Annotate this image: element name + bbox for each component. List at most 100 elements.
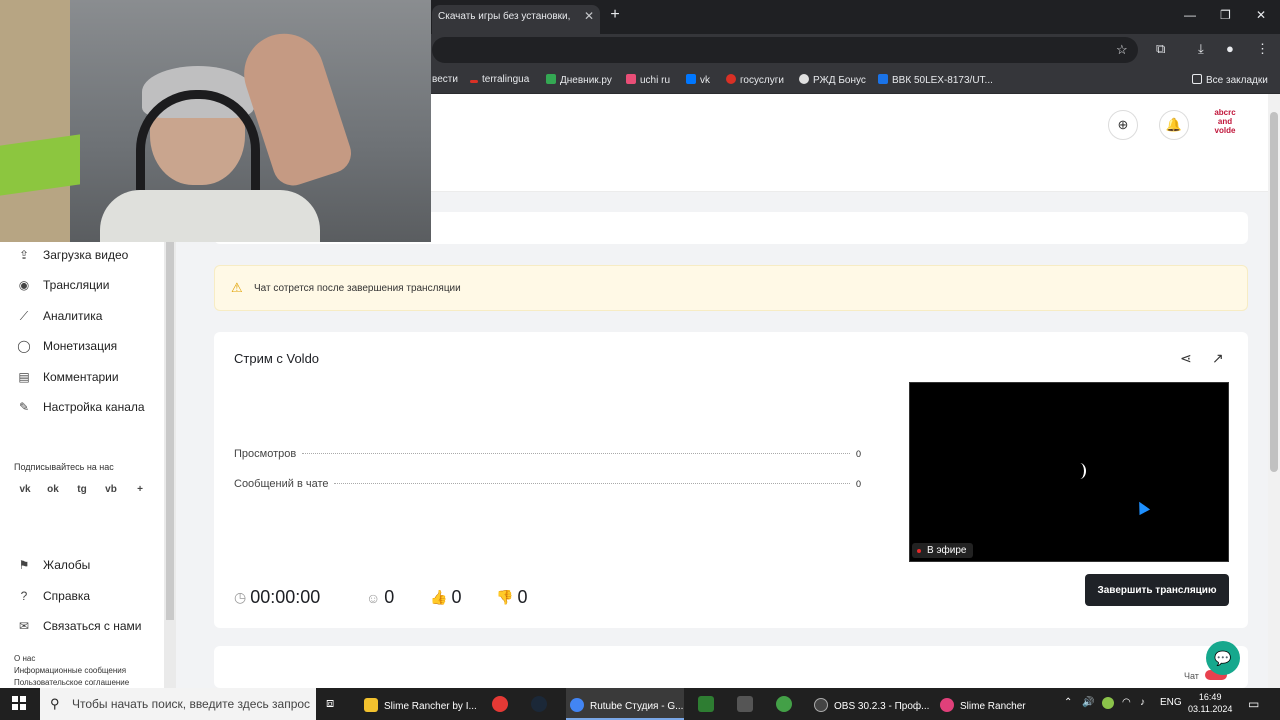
sidebar-scrollbar[interactable] <box>164 240 176 688</box>
viber-icon[interactable]: vb <box>103 482 119 498</box>
user-icon: ☺ <box>366 589 381 606</box>
app-icon[interactable] <box>737 696 753 712</box>
warning-text: Чат сотрется после завершения трансляции <box>254 283 461 294</box>
stream-title: Стрим с Voldo <box>234 351 320 366</box>
bell-icon[interactable]: 🔔 <box>1159 110 1189 140</box>
taskbar-app[interactable]: OBS 30.2.3 - Проф... <box>814 688 929 720</box>
footer-link-agreement[interactable]: Пользовательское соглашение <box>14 678 129 686</box>
dislikes-value: 0 <box>517 587 528 607</box>
taskbar-app[interactable]: Slime Rancher <box>940 688 1036 720</box>
sidebar-item-streams[interactable]: ◉ Трансляции <box>16 278 110 292</box>
obs-icon <box>814 698 828 712</box>
subscribe-label: Подписывайтесь на нас <box>14 462 114 472</box>
live-badge: В эфире <box>912 543 973 558</box>
tray-chevron-icon[interactable]: ⌃ <box>1064 697 1072 708</box>
warning-icon: ⚠ <box>231 280 243 295</box>
yandex-browser-icon[interactable] <box>492 696 508 712</box>
mail-icon: ✉ <box>18 619 30 633</box>
taskbar-app[interactable]: Slime Rancher by I... <box>364 688 477 720</box>
extensions-icon[interactable]: ⧉ <box>1156 41 1165 57</box>
stat-views: Просмотров 0 <box>234 448 861 460</box>
add-content-icon[interactable]: ⊕ <box>1108 110 1138 140</box>
bookmark-star-icon[interactable]: ☆ <box>1116 42 1128 58</box>
sidebar-item-comments[interactable]: ▤ Комментарии <box>16 370 118 384</box>
end-stream-button[interactable]: Завершить трансляцию <box>1085 574 1229 606</box>
clock-time: 16:49 <box>1198 692 1222 702</box>
sidebar-item-help[interactable]: ? Справка <box>16 589 90 603</box>
share-icon[interactable]: ⋖ <box>1180 350 1192 367</box>
chart-icon: ⟋ <box>19 309 29 323</box>
stat-chat-messages: Сообщений в чате 0 <box>234 478 861 490</box>
new-tab-button[interactable]: + <box>606 6 624 24</box>
stat-value: 0 <box>855 479 861 489</box>
stream-card: Стрим с Voldo ⋖ ↗ Просмотров 0 Сообщений … <box>214 332 1248 628</box>
bookmark-item[interactable]: ВВК 50LEX-8173/UT... <box>878 74 993 86</box>
bookmark-icon <box>470 80 478 83</box>
minimize-icon[interactable]: — <box>1184 8 1196 22</box>
volume-icon[interactable]: 🔊 <box>1082 697 1094 708</box>
bookmark-item[interactable]: uchi ru <box>626 74 670 86</box>
more-socials-icon[interactable]: + <box>132 482 148 498</box>
duration-value: 00:00:00 <box>250 587 321 607</box>
address-bar[interactable]: ☆ <box>432 37 1138 63</box>
steam-icon[interactable] <box>531 696 547 712</box>
ok-icon[interactable]: ok <box>45 482 61 498</box>
taskbar-clock[interactable]: 16:49 03.11.2024 <box>1188 691 1232 715</box>
restore-icon[interactable]: ❐ <box>1220 8 1231 22</box>
bookmark-item[interactable]: госуслуги <box>726 74 784 86</box>
windows-start-icon[interactable] <box>12 696 26 710</box>
whatsapp-icon[interactable] <box>776 696 792 712</box>
avatar[interactable]: abcrc and volde <box>1208 108 1242 142</box>
footer-link-info[interactable]: Информационные сообщения <box>14 666 126 675</box>
bookmark-icon <box>546 74 556 84</box>
bookmark-item[interactable]: vk <box>686 74 710 86</box>
likes-value: 0 <box>451 587 462 607</box>
bookmark-item[interactable]: Дневник.ру <box>546 74 612 86</box>
wifi-icon[interactable]: ◠ <box>1122 697 1131 708</box>
bookmark-item[interactable]: вести <box>432 74 458 85</box>
sidebar-item-monetization[interactable]: ◯ Монетизация <box>16 339 117 353</box>
sidebar-item-analytics[interactable]: ⟋ Аналитика <box>16 309 103 324</box>
close-tab-icon[interactable]: ✕ <box>584 9 594 23</box>
support-chat-button[interactable]: 💬 <box>1206 641 1240 675</box>
sidebar-item-upload[interactable]: ⇪ Загрузка видео <box>16 248 128 262</box>
language-indicator[interactable]: ENG <box>1160 697 1182 708</box>
metric-dislikes: 👎 0 <box>496 587 527 608</box>
sidebar-scroll-thumb[interactable] <box>166 240 174 620</box>
speaker-icon[interactable]: ♪ <box>1140 697 1145 708</box>
task-view-icon[interactable]: ⧈ <box>326 695 334 711</box>
sidebar-item-contact[interactable]: ✉ Связаться с нами <box>16 619 142 633</box>
excel-icon[interactable] <box>698 696 714 712</box>
all-bookmarks[interactable]: Все закладки <box>1192 74 1268 86</box>
sidebar-item-complaints[interactable]: ⚑ Жалобы <box>16 558 91 572</box>
profile-icon[interactable]: ● <box>1226 41 1234 56</box>
notifications-icon[interactable]: ▭ <box>1248 697 1259 711</box>
taskbar-search-input[interactable]: ⚲ Чтобы начать поиск, введите здесь запр… <box>40 688 316 720</box>
menu-icon[interactable]: ⋮ <box>1256 41 1269 57</box>
thumbs-down-icon: 👎 <box>496 589 514 605</box>
windows-taskbar: ⚲ Чтобы начать поиск, введите здесь запр… <box>0 688 1280 720</box>
upload-icon: ⇪ <box>18 248 30 262</box>
chat-warning-banner: ⚠ Чат сотрется после завершения трансляц… <box>214 265 1248 311</box>
stream-preview-player[interactable]: В эфире <box>909 382 1229 562</box>
bookmark-item[interactable]: terralingua <box>470 74 529 85</box>
bookmark-icon <box>799 74 809 84</box>
vk-icon[interactable]: vk <box>17 482 33 498</box>
footer-link-about[interactable]: О нас <box>14 654 35 663</box>
browser-tab[interactable]: Скачать игры без установки, ✕ <box>432 5 600 34</box>
external-link-icon[interactable]: ↗ <box>1212 350 1224 367</box>
tray-app-icon[interactable] <box>1102 697 1114 709</box>
coin-icon: ◯ <box>17 339 31 353</box>
wand-icon: ✎ <box>18 400 30 414</box>
bookmark-item[interactable]: РЖД Бонус <box>799 74 866 86</box>
chrome-icon <box>570 698 584 712</box>
telegram-icon[interactable]: tg <box>74 482 90 498</box>
download-icon[interactable]: ⤓ <box>1198 41 1204 57</box>
page-scrollbar[interactable] <box>1268 94 1280 688</box>
scroll-thumb[interactable] <box>1270 112 1278 472</box>
sidebar-item-channel-settings[interactable]: ✎ Настройка канала <box>16 400 145 414</box>
taskbar-app-active[interactable]: Rutube Студия - G... <box>566 688 684 720</box>
webcam-overlay <box>0 0 431 242</box>
folder-icon <box>364 698 378 712</box>
close-window-icon[interactable]: ✕ <box>1256 8 1266 22</box>
